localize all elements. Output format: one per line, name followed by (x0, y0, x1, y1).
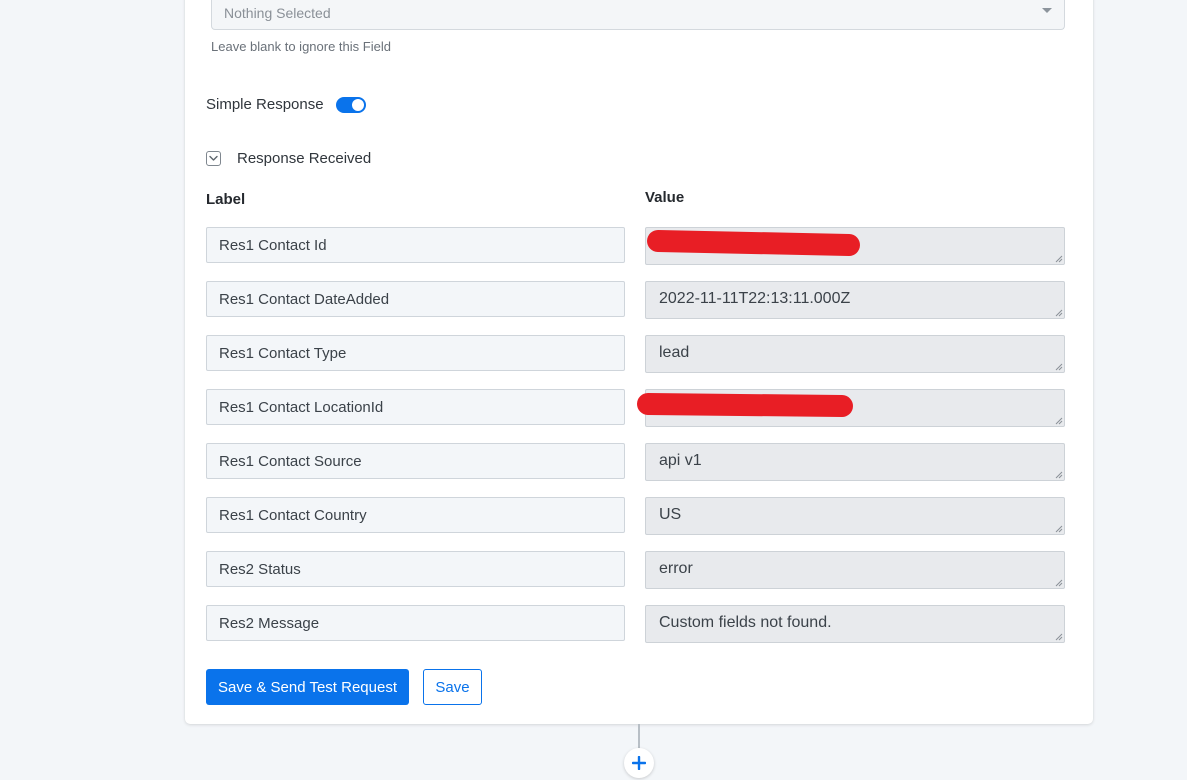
response-label-field[interactable]: Res1 Contact LocationId (206, 389, 625, 425)
response-fields-table: Res1 Contact Id Res1 Contact DateAdded 2… (206, 227, 1066, 659)
response-row: Res1 Contact Country US (206, 497, 1066, 551)
resize-grip-icon[interactable] (1054, 578, 1063, 587)
resize-grip-icon[interactable] (1054, 524, 1063, 533)
response-value-field[interactable]: api v1 (645, 443, 1065, 481)
response-label-field[interactable]: Res2 Message (206, 605, 625, 641)
response-row: Res1 Contact Id (206, 227, 1066, 281)
response-value-text: US (659, 506, 682, 523)
label-column-header: Label (206, 191, 246, 208)
response-label-field[interactable]: Res1 Contact Type (206, 335, 625, 371)
step-connector-line (638, 724, 640, 750)
response-label-field[interactable]: Res1 Contact Id (206, 227, 625, 263)
response-collapse-button[interactable] (206, 151, 221, 166)
toggle-knob (352, 99, 364, 111)
resize-grip-icon[interactable] (1054, 416, 1063, 425)
response-value-field[interactable]: 2022-11-11T22:13:11.000Z (645, 281, 1065, 319)
field-hint: Leave blank to ignore this Field (211, 39, 391, 54)
response-received-title: Response Received (237, 150, 372, 167)
plus-icon (632, 756, 646, 770)
chevron-down-icon (209, 155, 218, 161)
save-send-test-button[interactable]: Save & Send Test Request (206, 669, 409, 705)
response-value-text: error (659, 560, 693, 577)
response-row: Res1 Contact Type lead (206, 335, 1066, 389)
save-button[interactable]: Save (423, 669, 482, 705)
response-label-field[interactable]: Res2 Status (206, 551, 625, 587)
add-step-button[interactable] (624, 748, 654, 778)
response-value-field[interactable]: US (645, 497, 1065, 535)
field-select-value: Nothing Selected (224, 5, 331, 21)
response-value-text: 2022-11-11T22:13:11.000Z (659, 290, 851, 307)
response-value-text: api v1 (659, 452, 702, 469)
response-value-field[interactable]: Custom fields not found. (645, 605, 1065, 643)
resize-grip-icon[interactable] (1054, 254, 1063, 263)
response-row: Res1 Contact DateAdded 2022-11-11T22:13:… (206, 281, 1066, 335)
response-label-field[interactable]: Res1 Contact Source (206, 443, 625, 479)
response-label-field[interactable]: Res1 Contact DateAdded (206, 281, 625, 317)
caret-down-icon (1042, 8, 1052, 13)
response-value-text: Custom fields not found. (659, 614, 832, 631)
field-select[interactable]: Nothing Selected (211, 0, 1065, 30)
response-row: Res2 Status error (206, 551, 1066, 605)
resize-grip-icon[interactable] (1054, 308, 1063, 317)
redaction-mark (646, 229, 861, 257)
redaction-mark (636, 392, 854, 418)
response-row: Res1 Contact LocationId (206, 389, 1066, 443)
simple-response-toggle[interactable] (336, 97, 366, 113)
simple-response-label: Simple Response (206, 96, 324, 113)
response-value-field[interactable]: error (645, 551, 1065, 589)
resize-grip-icon[interactable] (1054, 470, 1063, 479)
action-config-card: Nothing Selected Leave blank to ignore t… (185, 0, 1093, 724)
resize-grip-icon[interactable] (1054, 362, 1063, 371)
value-column-header: Value (645, 189, 685, 206)
response-value-field[interactable]: lead (645, 335, 1065, 373)
response-value-text: lead (659, 344, 690, 361)
resize-grip-icon[interactable] (1054, 632, 1063, 641)
response-label-field[interactable]: Res1 Contact Country (206, 497, 625, 533)
response-row: Res1 Contact Source api v1 (206, 443, 1066, 497)
response-row: Res2 Message Custom fields not found. (206, 605, 1066, 659)
